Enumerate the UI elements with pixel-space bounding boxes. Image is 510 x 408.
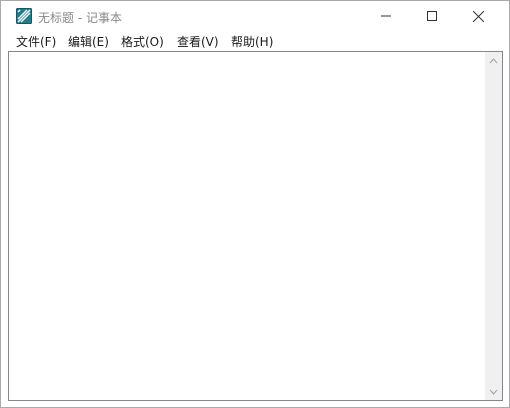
menu-help[interactable]: 帮助(H) bbox=[231, 33, 273, 50]
notepad-window: 无标题 - 记事本 文件(F) 编辑(E) 格式(O) 查看(V) 帮助(H) bbox=[0, 0, 510, 408]
notepad-icon[interactable] bbox=[16, 8, 32, 24]
chevron-down-icon bbox=[489, 389, 498, 395]
minimize-icon bbox=[381, 15, 391, 17]
menu-bar: 文件(F) 编辑(E) 格式(O) 查看(V) 帮助(H) bbox=[1, 31, 509, 51]
close-icon bbox=[472, 10, 484, 22]
menu-view[interactable]: 查看(V) bbox=[177, 33, 219, 50]
menu-format[interactable]: 格式(O) bbox=[121, 33, 164, 50]
editor-frame bbox=[8, 51, 503, 401]
minimize-button[interactable] bbox=[363, 1, 409, 31]
scroll-down-button[interactable] bbox=[485, 383, 502, 400]
chevron-up-icon bbox=[489, 57, 498, 63]
menu-file[interactable]: 文件(F) bbox=[16, 33, 56, 50]
text-editor[interactable] bbox=[9, 52, 485, 400]
window-title: 无标题 - 记事本 bbox=[38, 11, 122, 25]
close-button[interactable] bbox=[455, 1, 501, 31]
title-bar[interactable]: 无标题 - 记事本 bbox=[1, 1, 509, 31]
scroll-up-button[interactable] bbox=[485, 52, 502, 69]
vertical-scrollbar[interactable] bbox=[485, 52, 502, 400]
menu-edit[interactable]: 编辑(E) bbox=[68, 33, 109, 50]
maximize-icon bbox=[427, 11, 437, 21]
maximize-button[interactable] bbox=[409, 1, 455, 31]
